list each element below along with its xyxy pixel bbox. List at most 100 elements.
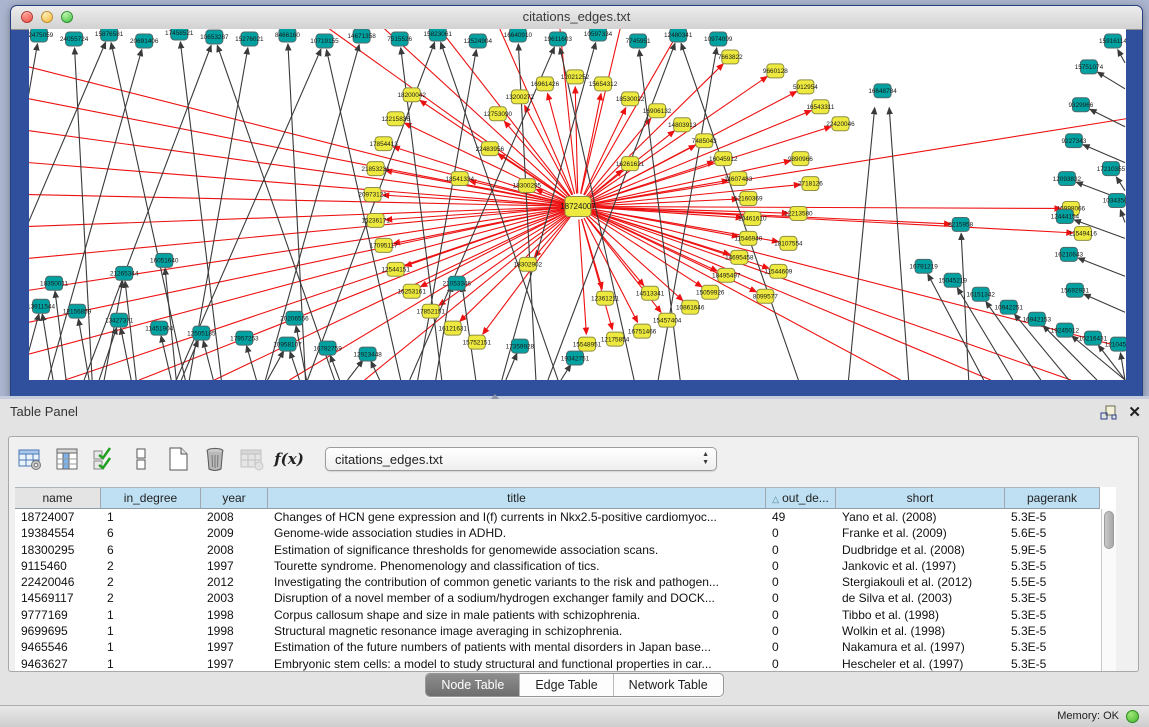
graph-node[interactable]: 21853231 [361,162,390,176]
graph-node[interactable]: 7515526 [387,32,412,46]
tab-node-table[interactable]: Node Table [426,674,520,696]
graph-node[interactable]: 21265344 [110,266,139,280]
table-cell[interactable]: Dudbridge et al. (2008) [836,542,1005,558]
table-cell[interactable]: 1 [101,656,201,671]
graph-node[interactable]: 9227343 [1061,134,1086,148]
graph-node[interactable]: 15752151 [463,335,492,349]
graph-node[interactable]: 15276021 [235,32,264,46]
float-window-icon[interactable] [1100,405,1118,421]
table-selector-dropdown[interactable]: citations_edges.txt ▲▼ [325,447,717,471]
table-scrollbar[interactable] [1101,509,1116,671]
table-cell[interactable]: Hescheler et al. (1997) [836,656,1005,671]
function-builder-icon[interactable]: f(x) [276,446,302,472]
graph-node[interactable]: 15059926 [696,285,725,299]
table-cell[interactable]: 0 [766,639,836,655]
table-cell[interactable]: 18724007 [15,509,101,525]
graph-node[interactable]: 19342751 [561,351,590,365]
table-cell[interactable]: 5.3E-5 [1005,639,1100,655]
table-row[interactable]: 1456911722003Disruption of a novel membe… [15,590,1116,606]
graph-node[interactable]: 12175854 [601,332,630,346]
table-cell[interactable]: Genome-wide association studies in ADHD. [268,525,766,541]
table-cell[interactable]: 2009 [201,525,268,541]
graph-node[interactable]: 16640910 [504,29,533,42]
table-cell[interactable]: 2 [101,558,201,574]
table-cell[interactable]: 9777169 [15,607,101,623]
graph-node[interactable]: 17957253 [230,331,259,345]
graph-node[interactable]: 11546940 [734,231,762,245]
table-cell[interactable]: Tibbo et al. (1998) [836,607,1005,623]
graph-node[interactable]: 24055724 [60,32,89,46]
table-cell[interactable]: 2012 [201,574,268,590]
table-cell[interactable]: 1 [101,607,201,623]
graph-node[interactable]: 9660128 [763,64,788,78]
graph-node[interactable]: 22420046 [826,117,855,131]
table-cell[interactable]: 1998 [201,607,268,623]
table-cell[interactable]: Yano et al. (2008) [836,509,1005,525]
table-cell[interactable]: 9115460 [15,558,101,574]
table-cell[interactable]: Tourette syndrome. Phenomenology and cla… [268,558,766,574]
table-cell[interactable]: 0 [766,574,836,590]
table-cell[interactable]: 2 [101,590,201,606]
table-cell[interactable]: 5.3E-5 [1005,509,1100,525]
graph-node[interactable]: 12160369 [734,192,763,206]
table-cell[interactable]: 5.3E-5 [1005,656,1100,671]
table-row[interactable]: 1872400712008Changes of HCN gene express… [15,509,1116,525]
graph-node[interactable]: 18107554 [774,236,803,250]
table-cell[interactable]: 5.3E-5 [1005,590,1100,606]
table-row[interactable]: 969969511998Structural magnetic resonanc… [15,623,1116,639]
graph-node[interactable]: 12093832 [1053,172,1082,186]
graph-node[interactable]: 16261621 [616,157,645,171]
table-cell[interactable]: Structural magnetic resonance image aver… [268,623,766,639]
graph-node[interactable]: 15751074 [1075,60,1104,74]
table-cell[interactable]: 2 [101,574,201,590]
graph-node[interactable]: 10958107 [273,337,302,351]
graph-node[interactable]: 17852151 [417,304,446,318]
graph-node[interactable]: 14671358 [347,29,376,43]
table-cell[interactable]: 1 [101,623,201,639]
graph-node[interactable]: 10861646 [676,300,705,314]
graph-node[interactable]: 17854413 [369,137,398,151]
graph-node[interactable]: 10974099 [704,32,733,46]
graph-node[interactable]: 10653287 [200,30,229,44]
table-cell[interactable]: 5.3E-5 [1005,607,1100,623]
graph-node[interactable]: 16543311 [806,100,834,114]
table-cell[interactable]: 18300295 [15,542,101,558]
graph-node[interactable]: 16210643 [1055,247,1084,261]
graph-node[interactable]: 8215958 [948,217,973,231]
table-cell[interactable]: 49 [766,509,836,525]
graph-node[interactable]: 12753090 [484,107,513,121]
graph-node[interactable]: 2718126 [798,177,823,191]
graph-node[interactable]: 17210355 [1097,162,1126,176]
table-cell[interactable]: 5.5E-5 [1005,574,1100,590]
graph-node[interactable]: 12505185 [187,326,216,340]
table-cell[interactable]: 5.3E-5 [1005,623,1100,639]
graph-node[interactable]: 7663822 [718,50,743,64]
trash-icon[interactable] [202,446,228,472]
table-cell[interactable]: 5.9E-5 [1005,542,1100,558]
network-canvas[interactable]: 1820004212215836178544132185323120973121… [29,29,1126,380]
table-cell[interactable]: 19384554 [15,525,101,541]
window-titlebar[interactable]: citations_edges.txt [11,6,1142,30]
tab-network-table[interactable]: Network Table [614,674,723,696]
table-cell[interactable]: 9699695 [15,623,101,639]
stacked-cells-icon[interactable] [128,446,154,472]
table-cell[interactable]: 0 [766,525,836,541]
column-header-short[interactable]: short [836,487,1005,509]
table-cell[interactable]: 2003 [201,590,268,606]
table-cell[interactable]: 1997 [201,558,268,574]
table-cell[interactable]: 0 [766,623,836,639]
graph-node[interactable]: 10461610 [738,211,767,225]
graph-hub-node[interactable]: 18724007 [560,197,596,217]
graph-node[interactable]: 10216431 [1079,331,1108,345]
table-cell[interactable]: 5.3E-5 [1005,558,1100,574]
graph-node[interactable]: 17458521 [165,29,194,40]
graph-node[interactable]: 12923448 [353,347,382,361]
graph-node[interactable]: 5912954 [793,80,818,94]
graph-node[interactable]: 16151342 [967,287,996,301]
graph-node[interactable]: 15916114 [1099,34,1126,48]
graph-node[interactable]: 12480341 [664,29,693,42]
graph-node[interactable]: 11549416 [1069,226,1097,240]
graph-node[interactable]: 12475059 [29,29,54,42]
row-selection-icon[interactable] [91,446,117,472]
graph-node[interactable]: 15548951 [573,337,602,351]
